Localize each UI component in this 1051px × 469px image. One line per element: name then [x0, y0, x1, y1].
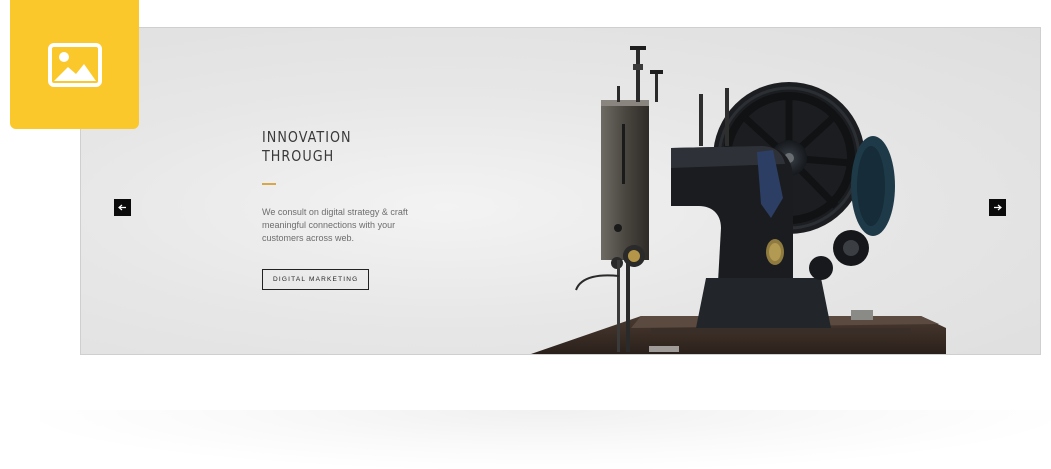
arrow-right-icon: [994, 204, 1002, 211]
slide-title-line-1: INNOVATION: [262, 128, 352, 146]
title-divider: [262, 183, 276, 185]
sewing-machine-image: [531, 46, 946, 354]
image-badge: [10, 0, 139, 129]
slide-caption: INNOVATION THROUGH We consult on digital…: [262, 128, 462, 290]
slide-title: INNOVATION THROUGH: [262, 128, 432, 166]
slide-title-line-2: THROUGH: [262, 147, 335, 165]
slide-description: We consult on digital strategy & craft m…: [262, 207, 408, 243]
slider-shadow: [40, 410, 1051, 469]
next-slide-button[interactable]: [989, 199, 1006, 216]
hero-slider: INNOVATION THROUGH We consult on digital…: [80, 27, 1041, 355]
previous-slide-button[interactable]: [114, 199, 131, 216]
digital-marketing-button[interactable]: DIGITAL MARKETING: [262, 269, 370, 290]
arrow-left-icon: [118, 204, 126, 211]
image-icon: [47, 42, 102, 87]
